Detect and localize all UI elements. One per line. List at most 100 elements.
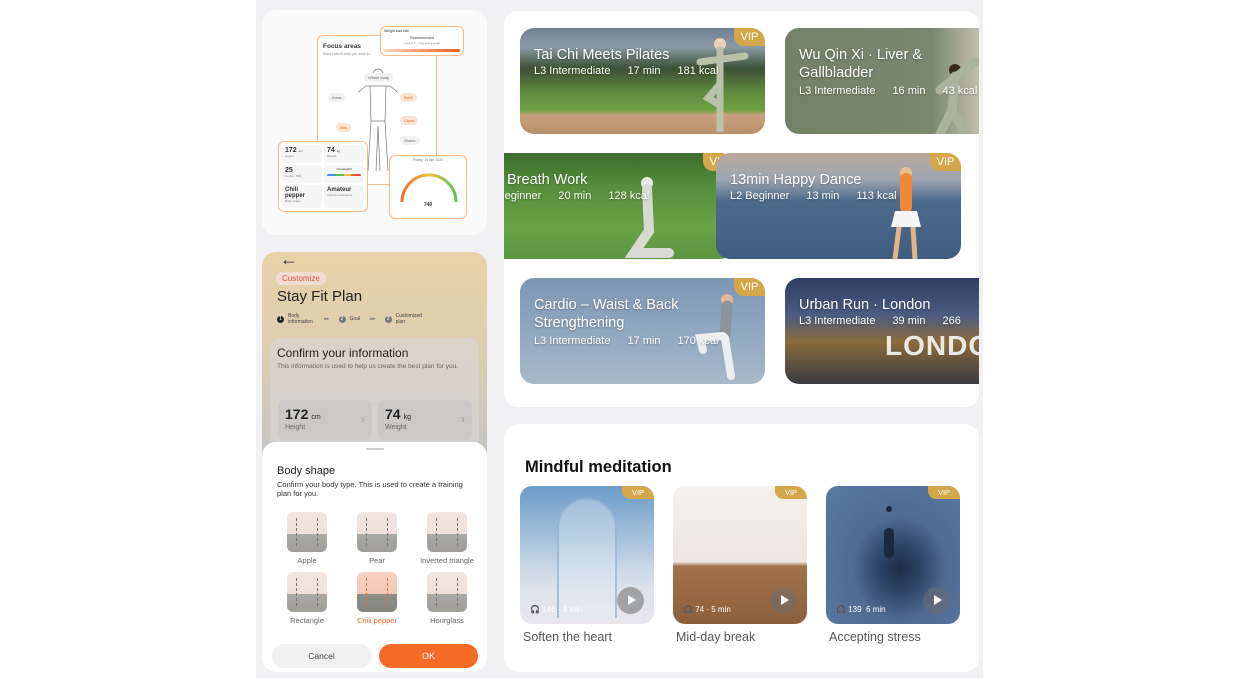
meditation-name: Soften the heart [523,630,612,644]
step-number: 3 [384,315,392,323]
gauge-arc-icon [400,173,458,203]
meditation-panel: Mindful meditation VIP 🎧 146 · 4 min Sof… [504,424,979,672]
step-arrows-icon: ▸▸▸ [324,316,329,322]
workout-meta: L3 Intermediate 17 min 170 kcal [534,335,719,347]
step-indicator: 1 Body information ▸▸▸ 2 Goal ▸▸▸ 3 Cust… [277,313,430,325]
body-shape-sheet: Body shape Confirm your body type. This … [262,442,487,672]
focus-tag: Glutes [400,136,420,145]
meditation-thumbnail: VIP 🎧 74 · 5 min [673,486,807,624]
drag-handle[interactable] [366,448,384,450]
meditation-card[interactable]: VIP 🎧 74 · 5 min Mid-day break [673,486,807,644]
section-title: Mindful meditation [525,458,672,476]
confirm-title: Confirm your information [277,346,409,360]
gauge-date: Friday, 19 Apr 2024 [412,158,444,162]
rate-bar [384,49,460,52]
shape-option-inverted-triangle[interactable]: Inverted triangle [412,512,482,568]
meditation-thumbnail: VIP 🎧 146 · 4 min [520,486,654,624]
vip-badge: VIP [622,486,654,499]
vip-badge: VIP [930,153,961,171]
focus-tag: Back [400,93,417,102]
shape-option-pear[interactable]: Pear [342,512,412,568]
shape-option-apple[interactable]: Apple [272,512,342,568]
calorie-gauge-card: Friday, 19 Apr 2024 740 [389,155,467,219]
workout-title: 13min Happy Dance [730,172,862,188]
step-label: Customized plan [395,313,423,325]
listen-stats: 🎧 74 · 5 min [683,605,731,614]
plan-title: Stay Fit Plan [277,288,363,305]
focus-tag: Abs [336,123,351,132]
focus-tag: Chest [400,116,419,125]
workout-card[interactable]: LONDON Urban Run · London L3 Intermediat… [785,278,979,384]
shape-option-rectangle[interactable]: Rectangle [272,572,342,628]
bmi-cell: 25 Current BMI [282,165,322,183]
stay-fit-plan-screen: ← Customize Stay Fit Plan 1 Body informa… [262,252,487,672]
workout-title: Urban Run · London [799,297,931,313]
height-cell: 172 cm Height [282,145,322,163]
workout-meta: L1 Beginner20 min128 kcal [504,190,650,202]
focus-tag: Arms [328,93,346,102]
level-cell: Amateur Athletic experience [324,185,364,208]
vip-badge: VIP [734,28,765,46]
weight-loss-rate-card: Weight loss rate Recommended Lose 0.5 - … [380,26,464,56]
workout-title: Tai Chi Meets Pilates [534,47,670,63]
confirm-info-card: Confirm your information This informatio… [270,338,479,458]
bmi-meter: Overweight [324,165,364,183]
step-label: Body information [288,313,313,325]
cancel-button[interactable]: Cancel [272,644,371,668]
rate-sub: Lose 0.5 - 1 kg every week [404,41,440,45]
listen-stats: 🎧 139 6 min [836,605,886,614]
meditation-card[interactable]: VIP 🎧 139 6 min Accepting stress [826,486,960,644]
workout-title: Breath Work [507,172,588,188]
play-icon[interactable] [617,587,644,614]
vip-badge: VIP [928,486,960,499]
body-shape-icon [427,572,467,612]
weight-cell: 74 kg Weight [324,145,364,163]
sheet-subtitle: Confirm your body type. This is used to … [277,480,463,498]
workout-card[interactable]: Cardio – Waist & Back Strengthening L3 I… [520,278,765,384]
workout-courses-panel: Tai Chi Meets Pilates L3 Intermediate 17 … [504,11,979,407]
body-shape-options: Apple Pear Inverted triangle Rectangle C… [272,512,482,628]
workout-meta: L2 Beginner 13 min 113 kcal [730,190,897,202]
workout-meta: L3 Intermediate 16 min 43 kcal [799,85,978,97]
workout-card[interactable]: Wu Qin Xi · Liver & Gallbladder L3 Inter… [785,28,979,134]
body-shape-icon [357,572,397,612]
step-number: 2 [338,315,346,323]
rate-title: Weight loss rate [384,29,410,33]
meditation-name: Mid-day break [676,630,756,644]
feature-preview-collage: Focus areas Select which area you want t… [262,10,487,235]
body-shape-icon [287,572,327,612]
focus-tag: Whole body [364,73,394,82]
weight-field[interactable]: 74 kg Weight › [378,400,472,440]
vip-badge: VIP [734,278,765,296]
chevron-right-icon: › [361,412,365,426]
step-label: Goal [349,316,361,322]
step-arrows-icon: ▸▸▸ [370,316,375,322]
back-arrow-icon[interactable]: ← [280,252,298,268]
workout-meta: L3 Intermediate 17 min 181 kcal [534,65,719,77]
shape-cell: Chili pepper Body shape [282,185,322,208]
shape-option-chili-pepper[interactable]: Chili pepper [342,572,412,628]
workout-card[interactable]: Tai Chi Meets Pilates L3 Intermediate 17 … [520,28,765,134]
meditation-name: Accepting stress [829,630,921,644]
shape-option-hourglass[interactable]: Hourglass [412,572,482,628]
step-number: 1 [277,315,284,323]
confirm-subtitle: This information is used to help us crea… [277,363,459,370]
city-overlay-text: LONDON [885,330,979,361]
play-icon[interactable] [923,587,950,614]
rate-label: Recommended [410,36,434,40]
stats-card: 172 cm Height 74 kg Weight 25 Current BMI O… [278,141,368,212]
ok-button[interactable]: OK [379,644,478,668]
workout-card[interactable]: 13min Happy Dance L2 Beginner 13 min 113 k… [716,153,961,259]
app-screen: Focus areas Select which area you want t… [256,0,983,678]
vip-badge: VIP [775,486,807,499]
play-icon[interactable] [770,587,797,614]
workout-title: Cardio – Waist & Back Strengthening [534,297,679,331]
gauge-value: 740 [423,202,433,208]
body-shape-icon [287,512,327,552]
height-field[interactable]: 172 cm Height › [278,400,372,440]
body-shape-icon [357,512,397,552]
meditation-card[interactable]: VIP 🎧 146 · 4 min Soften the heart [520,486,654,644]
body-shape-icon [427,512,467,552]
workout-card[interactable]: Breath Work L1 Beginner20 min128 kcal VI… [504,153,734,259]
meditation-thumbnail: VIP 🎧 139 6 min [826,486,960,624]
